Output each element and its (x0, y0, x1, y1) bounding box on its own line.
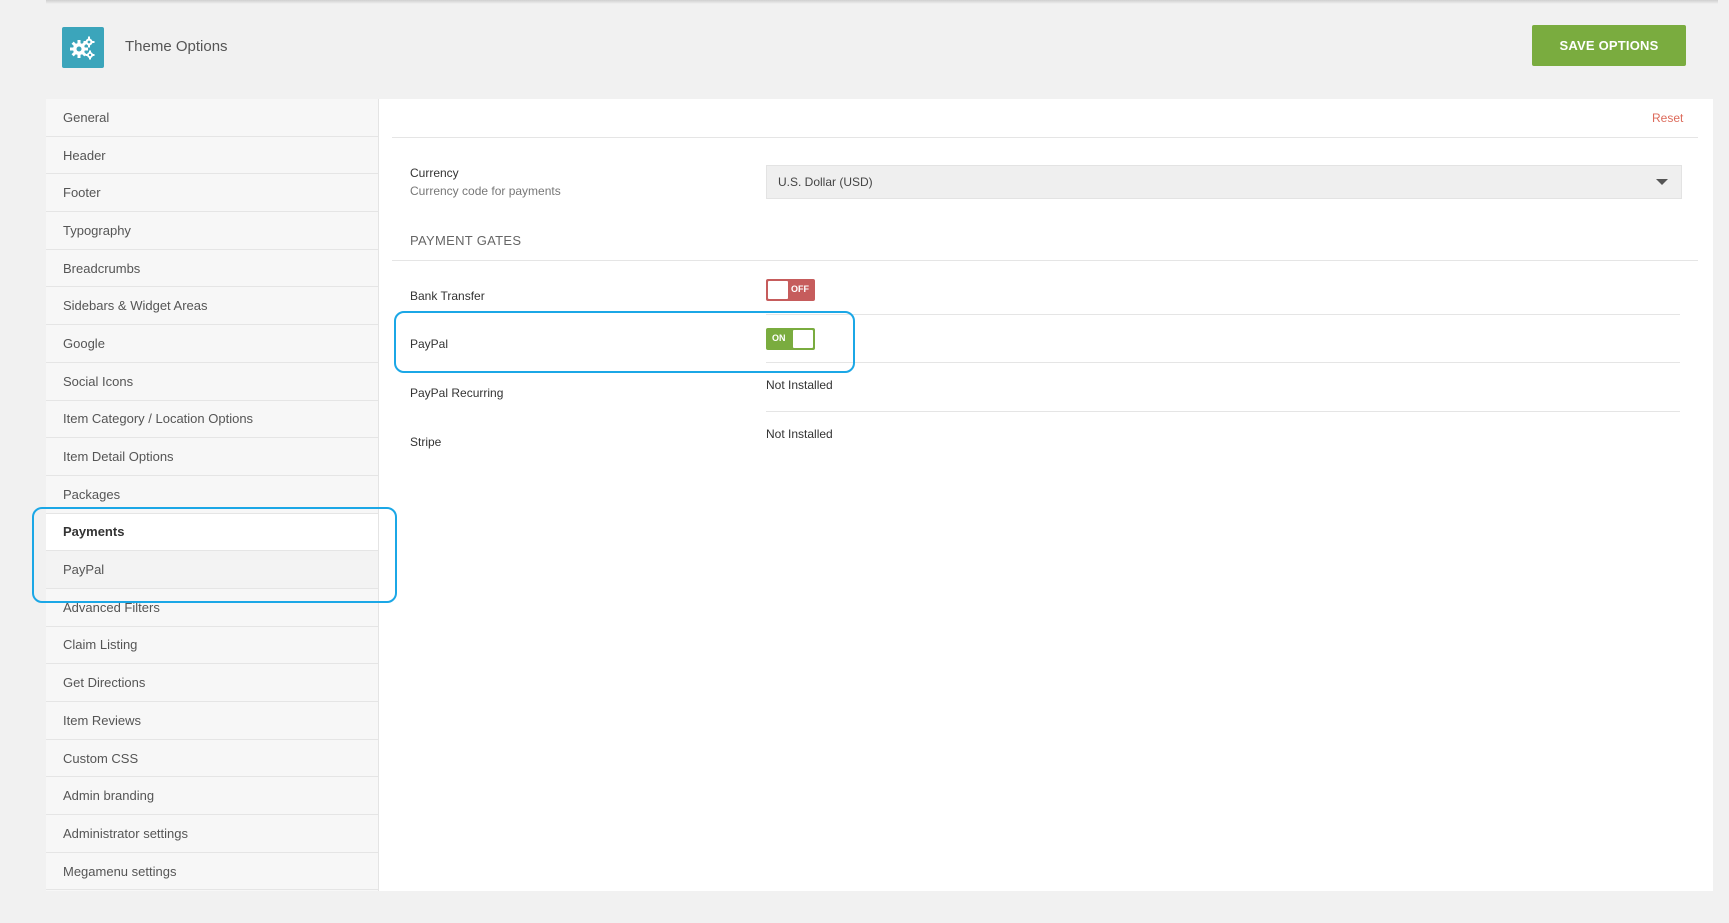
sidebar-item-general[interactable]: General (46, 99, 378, 137)
paypal-toggle[interactable]: ON (766, 328, 815, 350)
divider (392, 260, 1698, 261)
sidebar-item-advanced-filters[interactable]: Advanced Filters (46, 589, 378, 627)
toggle-state-text: ON (772, 333, 786, 343)
divider (766, 314, 1680, 315)
page-title: Theme Options (125, 38, 228, 55)
currency-label: Currency (410, 166, 459, 180)
top-shadow (46, 0, 1718, 4)
gate-label-bank-transfer: Bank Transfer (410, 289, 485, 303)
gate-label-paypal-recurring: PayPal Recurring (410, 386, 504, 400)
sidebar-item-admin-branding[interactable]: Admin branding (46, 777, 378, 816)
sidebar-item-breadcrumbs[interactable]: Breadcrumbs (46, 250, 378, 288)
toggle-state-text: OFF (791, 284, 809, 294)
sidebar-item-typography[interactable]: Typography (46, 212, 378, 250)
stripe-status: Not Installed (766, 427, 833, 441)
currency-select-value: U.S. Dollar (USD) (778, 175, 873, 189)
sidebar-nav: General Header Footer Typography Breadcr… (46, 99, 379, 891)
sidebar-item-google[interactable]: Google (46, 325, 378, 363)
sidebar-item-footer[interactable]: Footer (46, 174, 378, 213)
sidebar-item-social-icons[interactable]: Social Icons (46, 363, 378, 401)
sidebar-item-megamenu-settings[interactable]: Megamenu settings (46, 853, 378, 891)
toggle-knob (793, 330, 813, 348)
sidebar-item-item-reviews[interactable]: Item Reviews (46, 702, 378, 740)
sidebar-item-paypal[interactable]: PayPal (46, 551, 378, 589)
theme-options-logo (62, 27, 104, 68)
sidebar-item-payments[interactable]: Payments (46, 513, 378, 552)
chevron-down-icon (1656, 179, 1668, 185)
gate-label-paypal: PayPal (410, 337, 449, 351)
sidebar-item-detail-options[interactable]: Item Detail Options (46, 438, 378, 476)
section-title-payment-gates: PAYMENT GATES (410, 233, 522, 248)
gate-label-stripe: Stripe (410, 435, 442, 449)
sidebar-item-administrator-settings[interactable]: Administrator settings (46, 815, 378, 853)
sidebar-item-sidebars-widget-areas[interactable]: Sidebars & Widget Areas (46, 287, 378, 326)
sidebar-item-claim-listing[interactable]: Claim Listing (46, 627, 378, 665)
gears-icon (70, 36, 95, 59)
bank-transfer-toggle[interactable]: OFF (766, 279, 815, 301)
divider (392, 137, 1698, 138)
toggle-knob (768, 281, 788, 299)
divider (766, 362, 1680, 363)
sidebar-item-get-directions[interactable]: Get Directions (46, 664, 378, 702)
currency-select[interactable]: U.S. Dollar (USD) (766, 165, 1682, 199)
sidebar-item-header[interactable]: Header (46, 137, 378, 175)
save-options-button[interactable]: SAVE OPTIONS (1532, 25, 1686, 66)
reset-link[interactable]: Reset (1652, 111, 1683, 125)
sidebar-item-custom-css[interactable]: Custom CSS (46, 740, 378, 778)
options-panel (379, 99, 1713, 891)
paypal-recurring-status: Not Installed (766, 378, 833, 392)
currency-description: Currency code for payments (410, 184, 561, 198)
sidebar-item-packages[interactable]: Packages (46, 476, 378, 514)
sidebar-item-category-location-options[interactable]: Item Category / Location Options (46, 401, 378, 439)
divider (766, 411, 1680, 412)
